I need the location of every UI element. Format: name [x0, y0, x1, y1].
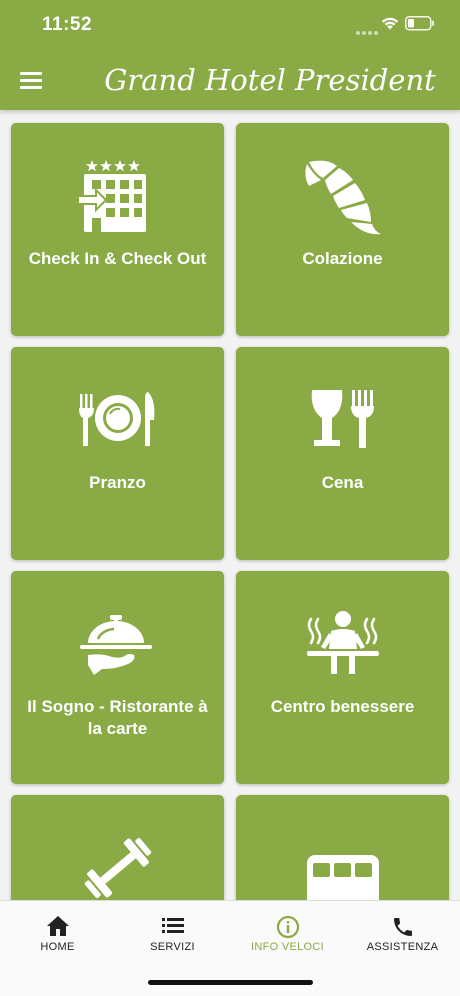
tile-label: Il Sogno - Ristorante à la carte — [27, 697, 208, 738]
cloche-serving-icon — [79, 615, 152, 675]
nav-label: HOME — [40, 941, 75, 953]
app-screen: 11:52 Grand Hotel President Check In & C… — [0, 0, 460, 996]
nav-assistenza[interactable]: ASSISTENZA — [345, 901, 460, 963]
tile-pranzo[interactable]: Pranzo — [11, 347, 224, 560]
nav-info-veloci[interactable]: INFO VELOCI — [230, 901, 345, 963]
battery-icon — [405, 16, 434, 31]
hotel-building-icon — [77, 160, 146, 232]
list-icon — [161, 918, 184, 933]
tile-label: Cena — [321, 473, 364, 492]
phone-icon — [393, 918, 412, 936]
tile-label: Check In & Check Out — [28, 249, 207, 268]
sauna-icon — [306, 611, 379, 674]
home-icon — [46, 916, 69, 936]
tile-il-sogno[interactable]: Il Sogno - Ristorante à la carte — [11, 571, 224, 784]
services-grid: Check In & Check Out Colazione Pranzo Ce… — [0, 110, 460, 900]
nav-home[interactable]: HOME — [0, 901, 115, 963]
tile-navetta[interactable] — [236, 795, 449, 900]
tile-label: Pranzo — [89, 473, 146, 492]
nav-label: ASSISTENZA — [366, 941, 439, 953]
home-indicator — [148, 980, 313, 985]
tile-palestra[interactable] — [11, 795, 224, 900]
wifi-icon — [381, 17, 399, 30]
tile-check-in-check-out[interactable]: Check In & Check Out — [11, 123, 224, 336]
app-title: Grand Hotel President — [104, 63, 436, 97]
plate-cutlery-icon — [78, 392, 154, 446]
tile-cena[interactable]: Cena — [236, 347, 449, 560]
status-time: 11:52 — [42, 14, 93, 35]
tile-label: Centro benessere — [270, 697, 415, 716]
menu-button[interactable] — [20, 70, 44, 90]
nav-label: SERVIZI — [150, 941, 195, 953]
bus-icon — [306, 855, 379, 900]
nav-servizi[interactable]: SERVIZI — [115, 901, 230, 963]
dumbbell-icon — [84, 838, 151, 898]
status-bar: 11:52 — [0, 0, 460, 50]
croissant-icon — [304, 160, 381, 235]
tile-colazione[interactable]: Colazione — [236, 123, 449, 336]
info-icon — [276, 915, 299, 939]
nav-label: INFO VELOCI — [251, 941, 324, 953]
tile-centro-benessere[interactable]: Centro benessere — [236, 571, 449, 784]
tile-label: Colazione — [302, 249, 383, 268]
app-header: 11:52 Grand Hotel President — [0, 0, 460, 110]
wine-fork-icon — [311, 390, 374, 448]
signal-icon — [356, 22, 380, 40]
